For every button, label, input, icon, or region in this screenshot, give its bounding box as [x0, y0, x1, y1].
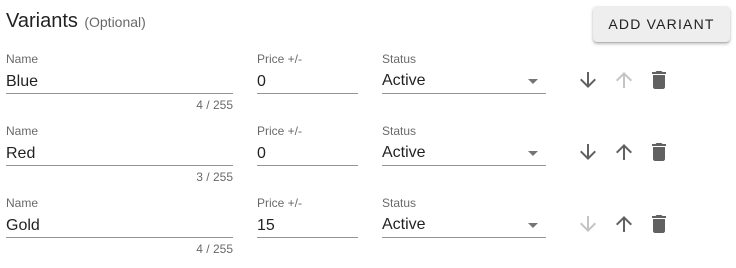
- arrow-down-icon: [580, 216, 596, 232]
- status-select[interactable]: Active: [382, 70, 546, 94]
- name-char-counter: 4 / 255: [196, 242, 233, 256]
- variants-header: Variants (Optional): [6, 10, 146, 40]
- variant-row: Name 3 / 255 Price +/- Status Active: [0, 124, 736, 196]
- move-up-button[interactable]: [612, 68, 636, 92]
- status-label: Status: [382, 52, 417, 66]
- arrow-down-icon: [580, 144, 596, 160]
- status-field: Status Active: [382, 52, 546, 94]
- arrow-up-icon: [616, 72, 632, 88]
- name-label: Name: [6, 196, 39, 210]
- price-input[interactable]: [257, 70, 358, 94]
- move-down-button[interactable]: [576, 68, 600, 92]
- status-select[interactable]: Active: [382, 214, 546, 238]
- name-input[interactable]: [6, 142, 233, 166]
- move-down-button[interactable]: [576, 140, 600, 164]
- add-variant-button[interactable]: ADD VARIANT: [593, 6, 730, 42]
- name-field: Name 4 / 255: [6, 52, 233, 112]
- status-value: Active: [382, 144, 426, 161]
- status-select[interactable]: Active: [382, 142, 546, 166]
- name-field: Name 3 / 255: [6, 124, 233, 184]
- arrow-up-icon: [616, 144, 632, 160]
- status-value: Active: [382, 216, 426, 233]
- price-field: Price +/-: [257, 52, 358, 94]
- status-field: Status Active: [382, 124, 546, 166]
- trash-icon: [652, 71, 666, 89]
- optional-hint: (Optional): [84, 14, 146, 30]
- name-input[interactable]: [6, 70, 233, 94]
- trash-icon: [652, 143, 666, 161]
- price-input[interactable]: [257, 214, 358, 238]
- name-label: Name: [6, 124, 39, 138]
- arrow-down-icon: [580, 72, 596, 88]
- status-label: Status: [382, 196, 417, 210]
- price-label: Price +/-: [257, 196, 303, 210]
- move-down-button[interactable]: [576, 212, 600, 236]
- status-field: Status Active: [382, 196, 546, 238]
- name-char-counter: 3 / 255: [196, 170, 233, 184]
- price-field: Price +/-: [257, 196, 358, 238]
- variant-row: Name 4 / 255 Price +/- Status Active: [0, 52, 736, 124]
- status-label: Status: [382, 124, 417, 138]
- delete-variant-button[interactable]: [647, 68, 671, 92]
- dropdown-caret-icon: [528, 223, 538, 228]
- dropdown-caret-icon: [528, 79, 538, 84]
- delete-variant-button[interactable]: [647, 212, 671, 236]
- dropdown-caret-icon: [528, 151, 538, 156]
- status-value: Active: [382, 72, 426, 89]
- name-field: Name 4 / 255: [6, 196, 233, 256]
- price-input[interactable]: [257, 142, 358, 166]
- trash-icon: [652, 215, 666, 233]
- move-up-button[interactable]: [612, 140, 636, 164]
- move-up-button[interactable]: [612, 212, 636, 236]
- delete-variant-button[interactable]: [647, 140, 671, 164]
- name-label: Name: [6, 52, 39, 66]
- name-input[interactable]: [6, 214, 233, 238]
- section-title: Variants: [6, 10, 78, 32]
- price-field: Price +/-: [257, 124, 358, 166]
- name-char-counter: 4 / 255: [196, 98, 233, 112]
- price-label: Price +/-: [257, 124, 303, 138]
- arrow-up-icon: [616, 216, 632, 232]
- variant-row: Name 4 / 255 Price +/- Status Active: [0, 196, 736, 268]
- price-label: Price +/-: [257, 52, 303, 66]
